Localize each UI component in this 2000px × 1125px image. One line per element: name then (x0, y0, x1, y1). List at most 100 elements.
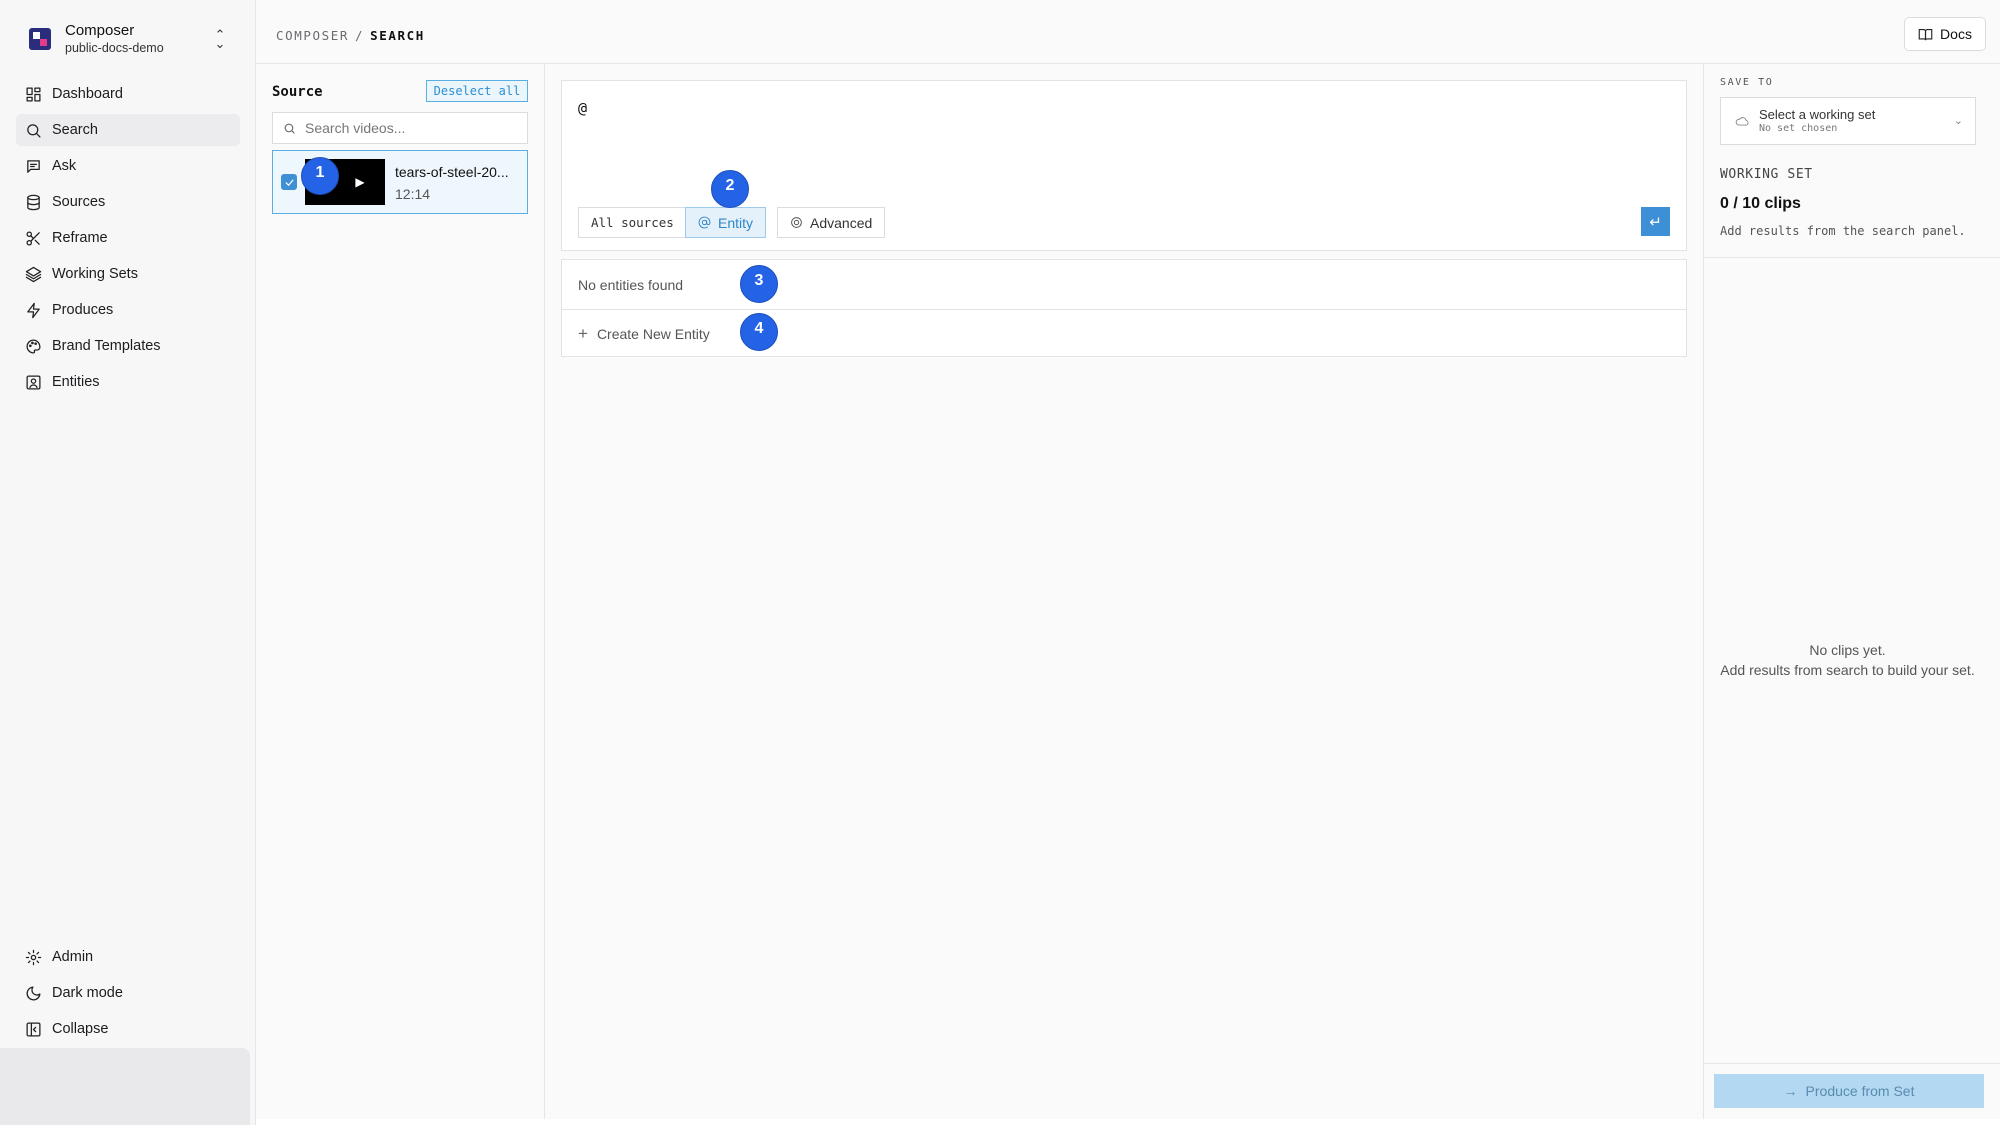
advanced-filter[interactable]: Advanced (777, 207, 886, 238)
dark-mode-toggle[interactable]: Dark mode (16, 977, 240, 1009)
video-duration: 12:14 (395, 186, 431, 202)
video-checkbox[interactable] (281, 174, 297, 190)
sidebar-item-admin[interactable]: Admin (16, 941, 240, 973)
sidebar-item-brand-templates[interactable]: Brand Templates (16, 330, 240, 362)
filter-label: All sources (591, 215, 674, 230)
breadcrumb: COMPOSER / SEARCH (276, 28, 425, 43)
database-icon (24, 193, 42, 211)
annotation-badge-1: 1 (301, 157, 339, 195)
chat-icon (24, 157, 42, 175)
sidebar-item-working-sets[interactable]: Working Sets (16, 258, 240, 290)
palette-icon (24, 337, 42, 355)
video-title: tears-of-steel-20... (395, 164, 509, 180)
chevron-up-down-icon: ⌃ ⌄ (214, 27, 226, 51)
sidebar-item-label: Sources (52, 194, 106, 210)
arrow-right-icon: → (1783, 1083, 1798, 1099)
sidebar-item-label: Brand Templates (52, 338, 161, 354)
source-panel: Source Deselect all ▶ tears-of-steel-20.… (256, 64, 545, 1119)
collapse-sidebar-button[interactable]: Collapse (16, 1013, 240, 1045)
top-header: COMPOSER / SEARCH Docs (256, 0, 2000, 64)
check-icon (284, 178, 294, 186)
sidebar-item-dashboard[interactable]: Dashboard (16, 78, 240, 110)
query-box[interactable]: @ All sources Entity Advanced ↵ (561, 80, 1687, 251)
enter-icon: ↵ (1649, 213, 1662, 231)
sidebar-item-label: Produces (52, 302, 114, 318)
cloud-icon (1735, 117, 1749, 126)
sidebar-bottom-nav: Admin Dark mode Collapse (16, 941, 240, 1049)
create-entity-label: Create New Entity (596, 326, 710, 342)
filter-label: Advanced (810, 214, 873, 231)
sidebar-item-search[interactable]: Search (16, 114, 240, 146)
composer-logo (29, 28, 51, 50)
sidebar-item-sources[interactable]: Sources (16, 186, 240, 218)
scissors-icon (24, 229, 42, 247)
sidebar-item-label: Entities (52, 374, 100, 390)
deselect-all-button[interactable]: Deselect all (426, 80, 528, 102)
empty-state-title: No clips yet. (1809, 642, 1886, 658)
produce-from-set-button[interactable]: → Produce from Set (1714, 1074, 1984, 1108)
docs-button[interactable]: Docs (1904, 17, 1986, 51)
layers-icon (24, 265, 42, 283)
sidebar: Composer public-docs-demo ⌃ ⌄ Dashboard S… (0, 0, 256, 1125)
create-entity-option[interactable]: + Create New Entity (562, 309, 1686, 358)
submit-search-button[interactable]: ↵ (1641, 207, 1670, 236)
clip-count: 0 / 10 clips (1720, 195, 1801, 212)
working-set-label: WORKING SET (1720, 167, 1813, 182)
annotation-badge-3: 3 (740, 265, 778, 303)
all-sources-filter[interactable]: All sources (578, 207, 687, 238)
dashboard-icon (24, 85, 42, 103)
at-sign-icon (698, 216, 711, 229)
sidebar-item-label: Dark mode (52, 985, 123, 1001)
sidebar-item-produces[interactable]: Produces (16, 294, 240, 326)
collapse-icon (24, 1020, 42, 1038)
workspace-name: Composer (65, 21, 135, 39)
target-icon (791, 217, 802, 228)
working-set-select[interactable]: Select a working set No set chosen ⌄ (1720, 97, 1976, 145)
sidebar-footer (0, 1048, 250, 1125)
breadcrumb-root[interactable]: COMPOSER (276, 28, 349, 43)
filter-label: Entity (718, 214, 754, 231)
breadcrumb-current: SEARCH (370, 28, 425, 43)
sidebar-item-label: Reframe (52, 230, 108, 246)
working-set-hint: Add results from the search panel. (1720, 224, 1966, 238)
divider (1704, 257, 2000, 258)
breadcrumb-separator: / (355, 28, 365, 43)
search-icon (24, 121, 42, 139)
entity-filter[interactable]: Entity (685, 207, 767, 238)
produce-label: Produce from Set (1805, 1083, 1915, 1099)
sidebar-item-label: Collapse (52, 1021, 109, 1037)
search-icon (284, 123, 295, 134)
workspace-switcher[interactable]: Composer public-docs-demo ⌃ ⌄ (16, 14, 240, 64)
sidebar-item-ask[interactable]: Ask (16, 150, 240, 182)
sidebar-nav: Dashboard Search Ask Sources Reframe Wor… (16, 78, 240, 402)
book-icon (1918, 28, 1933, 40)
select-subtitle: No set chosen (1759, 123, 1838, 134)
no-entities-message: No entities found (578, 276, 684, 293)
sidebar-item-entities[interactable]: Entities (16, 366, 240, 398)
video-search (272, 112, 528, 144)
annotation-badge-2: 2 (711, 170, 749, 208)
chevron-down-icon: ⌄ (1953, 115, 1963, 127)
sidebar-item-label: Dashboard (52, 86, 123, 102)
empty-state-hint: Add results from search to build your se… (1720, 662, 1975, 678)
save-to-label: SAVE TO (1720, 77, 1774, 88)
select-title: Select a working set (1759, 107, 1876, 122)
contact-icon (24, 373, 42, 391)
sidebar-item-reframe[interactable]: Reframe (16, 222, 240, 254)
sidebar-item-label: Search (52, 122, 98, 138)
query-input[interactable]: @ (578, 99, 587, 117)
gear-icon (24, 948, 42, 966)
video-search-input[interactable] (305, 120, 515, 136)
sidebar-item-label: Admin (52, 949, 94, 965)
source-title: Source (272, 84, 323, 100)
divider (1704, 1063, 2000, 1064)
moon-icon (24, 984, 42, 1002)
plus-icon: + (578, 324, 588, 343)
search-main: @ All sources Entity Advanced ↵ No entit… (545, 64, 1703, 1119)
sidebar-item-label: Working Sets (52, 266, 138, 282)
project-name: public-docs-demo (65, 40, 164, 55)
entity-dropdown: No entities found + Create New Entity (561, 259, 1687, 357)
annotation-badge-4: 4 (740, 313, 778, 351)
sidebar-item-label: Ask (52, 158, 77, 174)
docs-label: Docs (1940, 26, 1972, 42)
